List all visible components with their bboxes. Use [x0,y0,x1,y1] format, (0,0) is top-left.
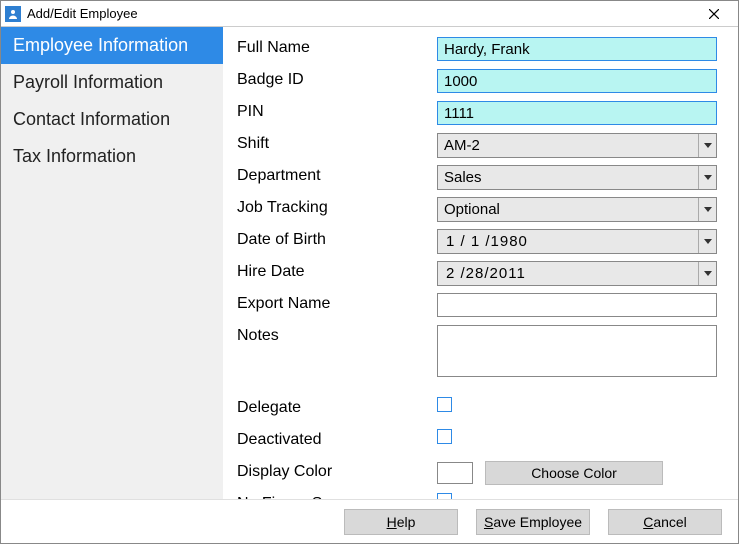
help-button-label: Help [387,514,416,530]
delegate-label: Delegate [237,397,437,417]
sidebar-item-tax-information[interactable]: Tax Information [1,138,223,175]
close-icon [709,9,719,19]
sidebar-item-contact-information[interactable]: Contact Information [1,101,223,138]
job-tracking-select[interactable]: Optional [437,197,717,222]
cancel-button[interactable]: Cancel [608,509,722,535]
titlebar: Add/Edit Employee [1,1,738,27]
sidebar-item-label: Tax Information [13,146,136,166]
chevron-down-icon [698,166,716,189]
window-title: Add/Edit Employee [27,6,138,21]
badge-id-label: Badge ID [237,69,437,89]
chevron-down-icon [698,230,716,253]
deactivated-checkbox[interactable] [437,429,452,444]
notes-label: Notes [237,325,437,345]
hire-date-picker[interactable]: 2 /28/2011 [437,261,717,286]
save-employee-button-label: Save Employee [484,514,582,530]
shift-label: Shift [237,133,437,153]
person-icon [5,6,21,22]
export-name-input[interactable] [437,293,717,317]
employee-form: Full Name Badge ID PIN Shift AM-2 [223,27,738,499]
department-value: Sales [438,169,698,186]
chevron-down-icon [698,134,716,157]
sidebar-item-label: Contact Information [13,109,170,129]
sidebar: Employee Information Payroll Information… [1,27,223,499]
department-label: Department [237,165,437,185]
department-select[interactable]: Sales [437,165,717,190]
sidebar-item-payroll-information[interactable]: Payroll Information [1,64,223,101]
chevron-down-icon [698,262,716,285]
dob-label: Date of Birth [237,229,437,249]
hire-date-label: Hire Date [237,261,437,281]
full-name-label: Full Name [237,37,437,57]
delegate-checkbox[interactable] [437,397,452,412]
sidebar-item-label: Payroll Information [13,72,163,92]
choose-color-button[interactable]: Choose Color [485,461,663,485]
pin-input[interactable] [437,101,717,125]
help-button[interactable]: Help [344,509,458,535]
job-tracking-value: Optional [438,201,698,218]
save-employee-button[interactable]: Save Employee [476,509,590,535]
pin-label: PIN [237,101,437,121]
display-color-label: Display Color [237,461,437,481]
full-name-input[interactable] [437,37,717,61]
dialog-footer: Help Save Employee Cancel [1,499,738,543]
export-name-label: Export Name [237,293,437,313]
hire-date-value: 2 /28/2011 [438,265,698,282]
deactivated-label: Deactivated [237,429,437,449]
shift-select[interactable]: AM-2 [437,133,717,158]
choose-color-button-label: Choose Color [531,465,617,481]
badge-id-input[interactable] [437,69,717,93]
job-tracking-label: Job Tracking [237,197,437,217]
sidebar-item-label: Employee Information [13,35,188,55]
cancel-button-label: Cancel [643,514,687,530]
chevron-down-icon [698,198,716,221]
display-color-swatch [437,462,473,484]
add-edit-employee-window: Add/Edit Employee Employee Information P… [0,0,739,544]
dob-picker[interactable]: 1 / 1 /1980 [437,229,717,254]
notes-textarea[interactable] [437,325,717,377]
close-button[interactable] [694,2,734,26]
shift-value: AM-2 [438,137,698,154]
dob-value: 1 / 1 /1980 [438,233,698,250]
sidebar-item-employee-information[interactable]: Employee Information [1,27,223,64]
